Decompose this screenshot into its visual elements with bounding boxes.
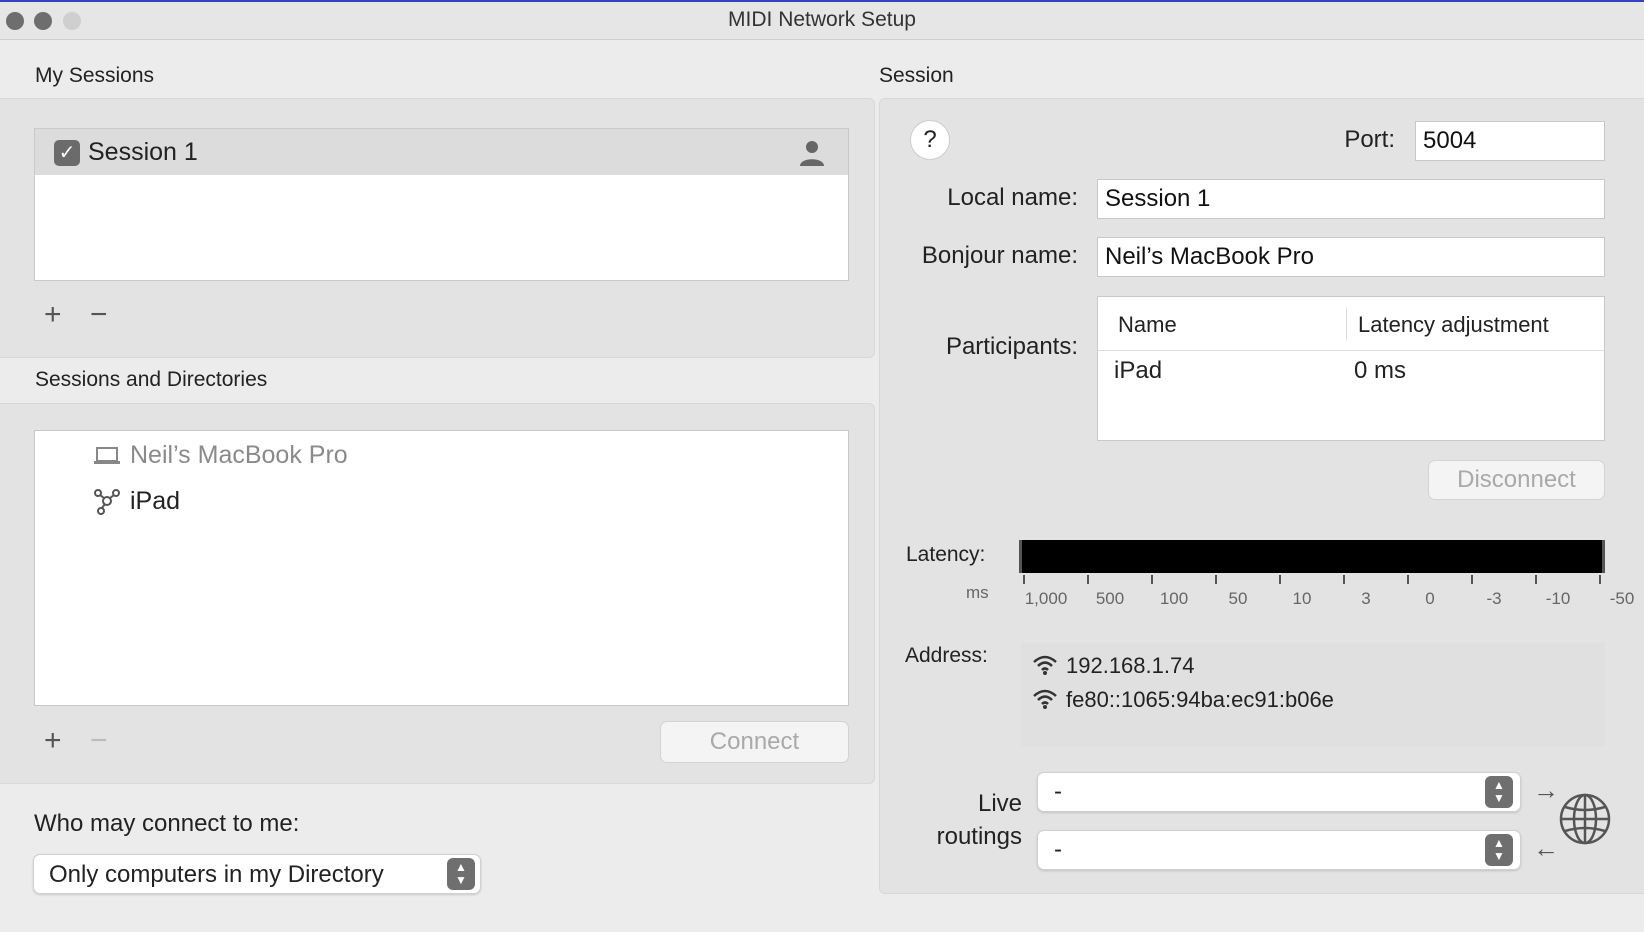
network-icon bbox=[93, 487, 121, 515]
directory-item-ipad[interactable]: iPad bbox=[130, 487, 180, 516]
chevron-updown-icon: ▲ ▼ bbox=[447, 858, 475, 890]
routing-out-popup[interactable]: - ▲ ▼ bbox=[1037, 772, 1521, 812]
latency-tick-label: 3 bbox=[1361, 589, 1371, 608]
address-label: Address: bbox=[905, 644, 988, 667]
port-label: Port: bbox=[1344, 126, 1395, 153]
latency-label: Latency: bbox=[906, 543, 986, 566]
who-may-connect-label: Who may connect to me: bbox=[34, 810, 300, 837]
remove-directory-button[interactable]: − bbox=[90, 726, 108, 756]
chevron-updown-icon: ▲ ▼ bbox=[1485, 776, 1513, 808]
bonjour-name-field[interactable]: Neil’s MacBook Pro bbox=[1097, 237, 1605, 277]
latency-tick bbox=[1151, 575, 1153, 584]
participants-label: Participants: bbox=[945, 333, 1078, 360]
who-may-connect-value: Only computers in my Directory bbox=[49, 861, 384, 888]
participants-col-latency[interactable]: Latency adjustment bbox=[1358, 312, 1549, 338]
directories-list[interactable] bbox=[34, 430, 849, 706]
live-routings-label-1: Live bbox=[977, 790, 1022, 817]
address-ipv4: 192.168.1.74 bbox=[1066, 653, 1195, 678]
help-button[interactable]: ? bbox=[910, 120, 950, 160]
wifi-icon bbox=[1032, 654, 1058, 676]
latency-bar bbox=[1019, 540, 1605, 573]
session-heading: Session bbox=[879, 64, 954, 87]
laptop-icon bbox=[93, 446, 121, 466]
latency-tick bbox=[1535, 575, 1537, 584]
participant-latency[interactable]: 0 ms bbox=[1354, 357, 1406, 385]
latency-tick bbox=[1471, 575, 1473, 584]
session-row-label: Session 1 bbox=[88, 138, 198, 166]
latency-tick bbox=[1343, 575, 1345, 584]
port-field[interactable]: 5004 bbox=[1415, 121, 1605, 161]
globe-icon[interactable] bbox=[1558, 792, 1612, 846]
latency-tick bbox=[1023, 575, 1025, 584]
arrow-right-icon: → bbox=[1533, 775, 1559, 805]
remove-session-button[interactable]: − bbox=[90, 300, 108, 330]
connect-button[interactable]: Connect bbox=[660, 721, 849, 763]
latency-tick-label: -10 bbox=[1545, 589, 1571, 608]
person-icon bbox=[799, 139, 825, 167]
arrow-left-icon: ← bbox=[1533, 833, 1559, 863]
column-divider bbox=[1346, 308, 1347, 340]
latency-tick bbox=[1599, 575, 1601, 584]
routing-in-popup[interactable]: - ▲ ▼ bbox=[1037, 830, 1521, 870]
address-ipv6: fe80::1065:94ba:ec91:b06e bbox=[1066, 687, 1334, 712]
latency-tick bbox=[1215, 575, 1217, 584]
latency-unit: ms bbox=[966, 583, 989, 602]
latency-tick-label: -50 bbox=[1609, 589, 1635, 608]
local-name-label: Local name: bbox=[947, 184, 1078, 211]
latency-tick bbox=[1087, 575, 1089, 584]
latency-tick-label: 500 bbox=[1095, 589, 1125, 608]
wifi-icon bbox=[1032, 688, 1058, 710]
add-session-button[interactable]: + bbox=[44, 300, 62, 330]
latency-tick-label: 1,000 bbox=[1024, 589, 1068, 608]
latency-tick-label: 100 bbox=[1159, 589, 1189, 608]
disconnect-button[interactable]: Disconnect bbox=[1428, 460, 1605, 500]
participant-name[interactable]: iPad bbox=[1114, 357, 1162, 385]
participants-col-name[interactable]: Name bbox=[1118, 312, 1177, 338]
bonjour-name-label: Bonjour name: bbox=[921, 242, 1078, 269]
add-directory-button[interactable]: + bbox=[44, 726, 62, 756]
latency-tick-label: 0 bbox=[1425, 589, 1435, 608]
chevron-updown-icon: ▲ ▼ bbox=[1485, 834, 1513, 866]
latency-tick-label: 50 bbox=[1228, 589, 1248, 608]
live-routings-label-2: routings bbox=[936, 823, 1022, 850]
directory-item-macbook[interactable]: Neil’s MacBook Pro bbox=[130, 441, 348, 470]
local-name-field[interactable]: Session 1 bbox=[1097, 179, 1605, 219]
directories-heading: Sessions and Directories bbox=[35, 368, 268, 391]
routing-out-value: - bbox=[1054, 778, 1062, 805]
latency-tick bbox=[1279, 575, 1281, 584]
latency-tick bbox=[1407, 575, 1409, 584]
latency-tick-label: -3 bbox=[1486, 589, 1502, 608]
my-sessions-heading: My Sessions bbox=[35, 64, 155, 87]
session-enabled-checkbox[interactable]: ✓ bbox=[54, 140, 80, 166]
latency-tick-label: 10 bbox=[1292, 589, 1312, 608]
window-title: MIDI Network Setup bbox=[728, 8, 916, 31]
who-may-connect-popup[interactable]: Only computers in my Directory ▲ ▼ bbox=[33, 854, 481, 894]
routing-in-value: - bbox=[1054, 836, 1062, 863]
